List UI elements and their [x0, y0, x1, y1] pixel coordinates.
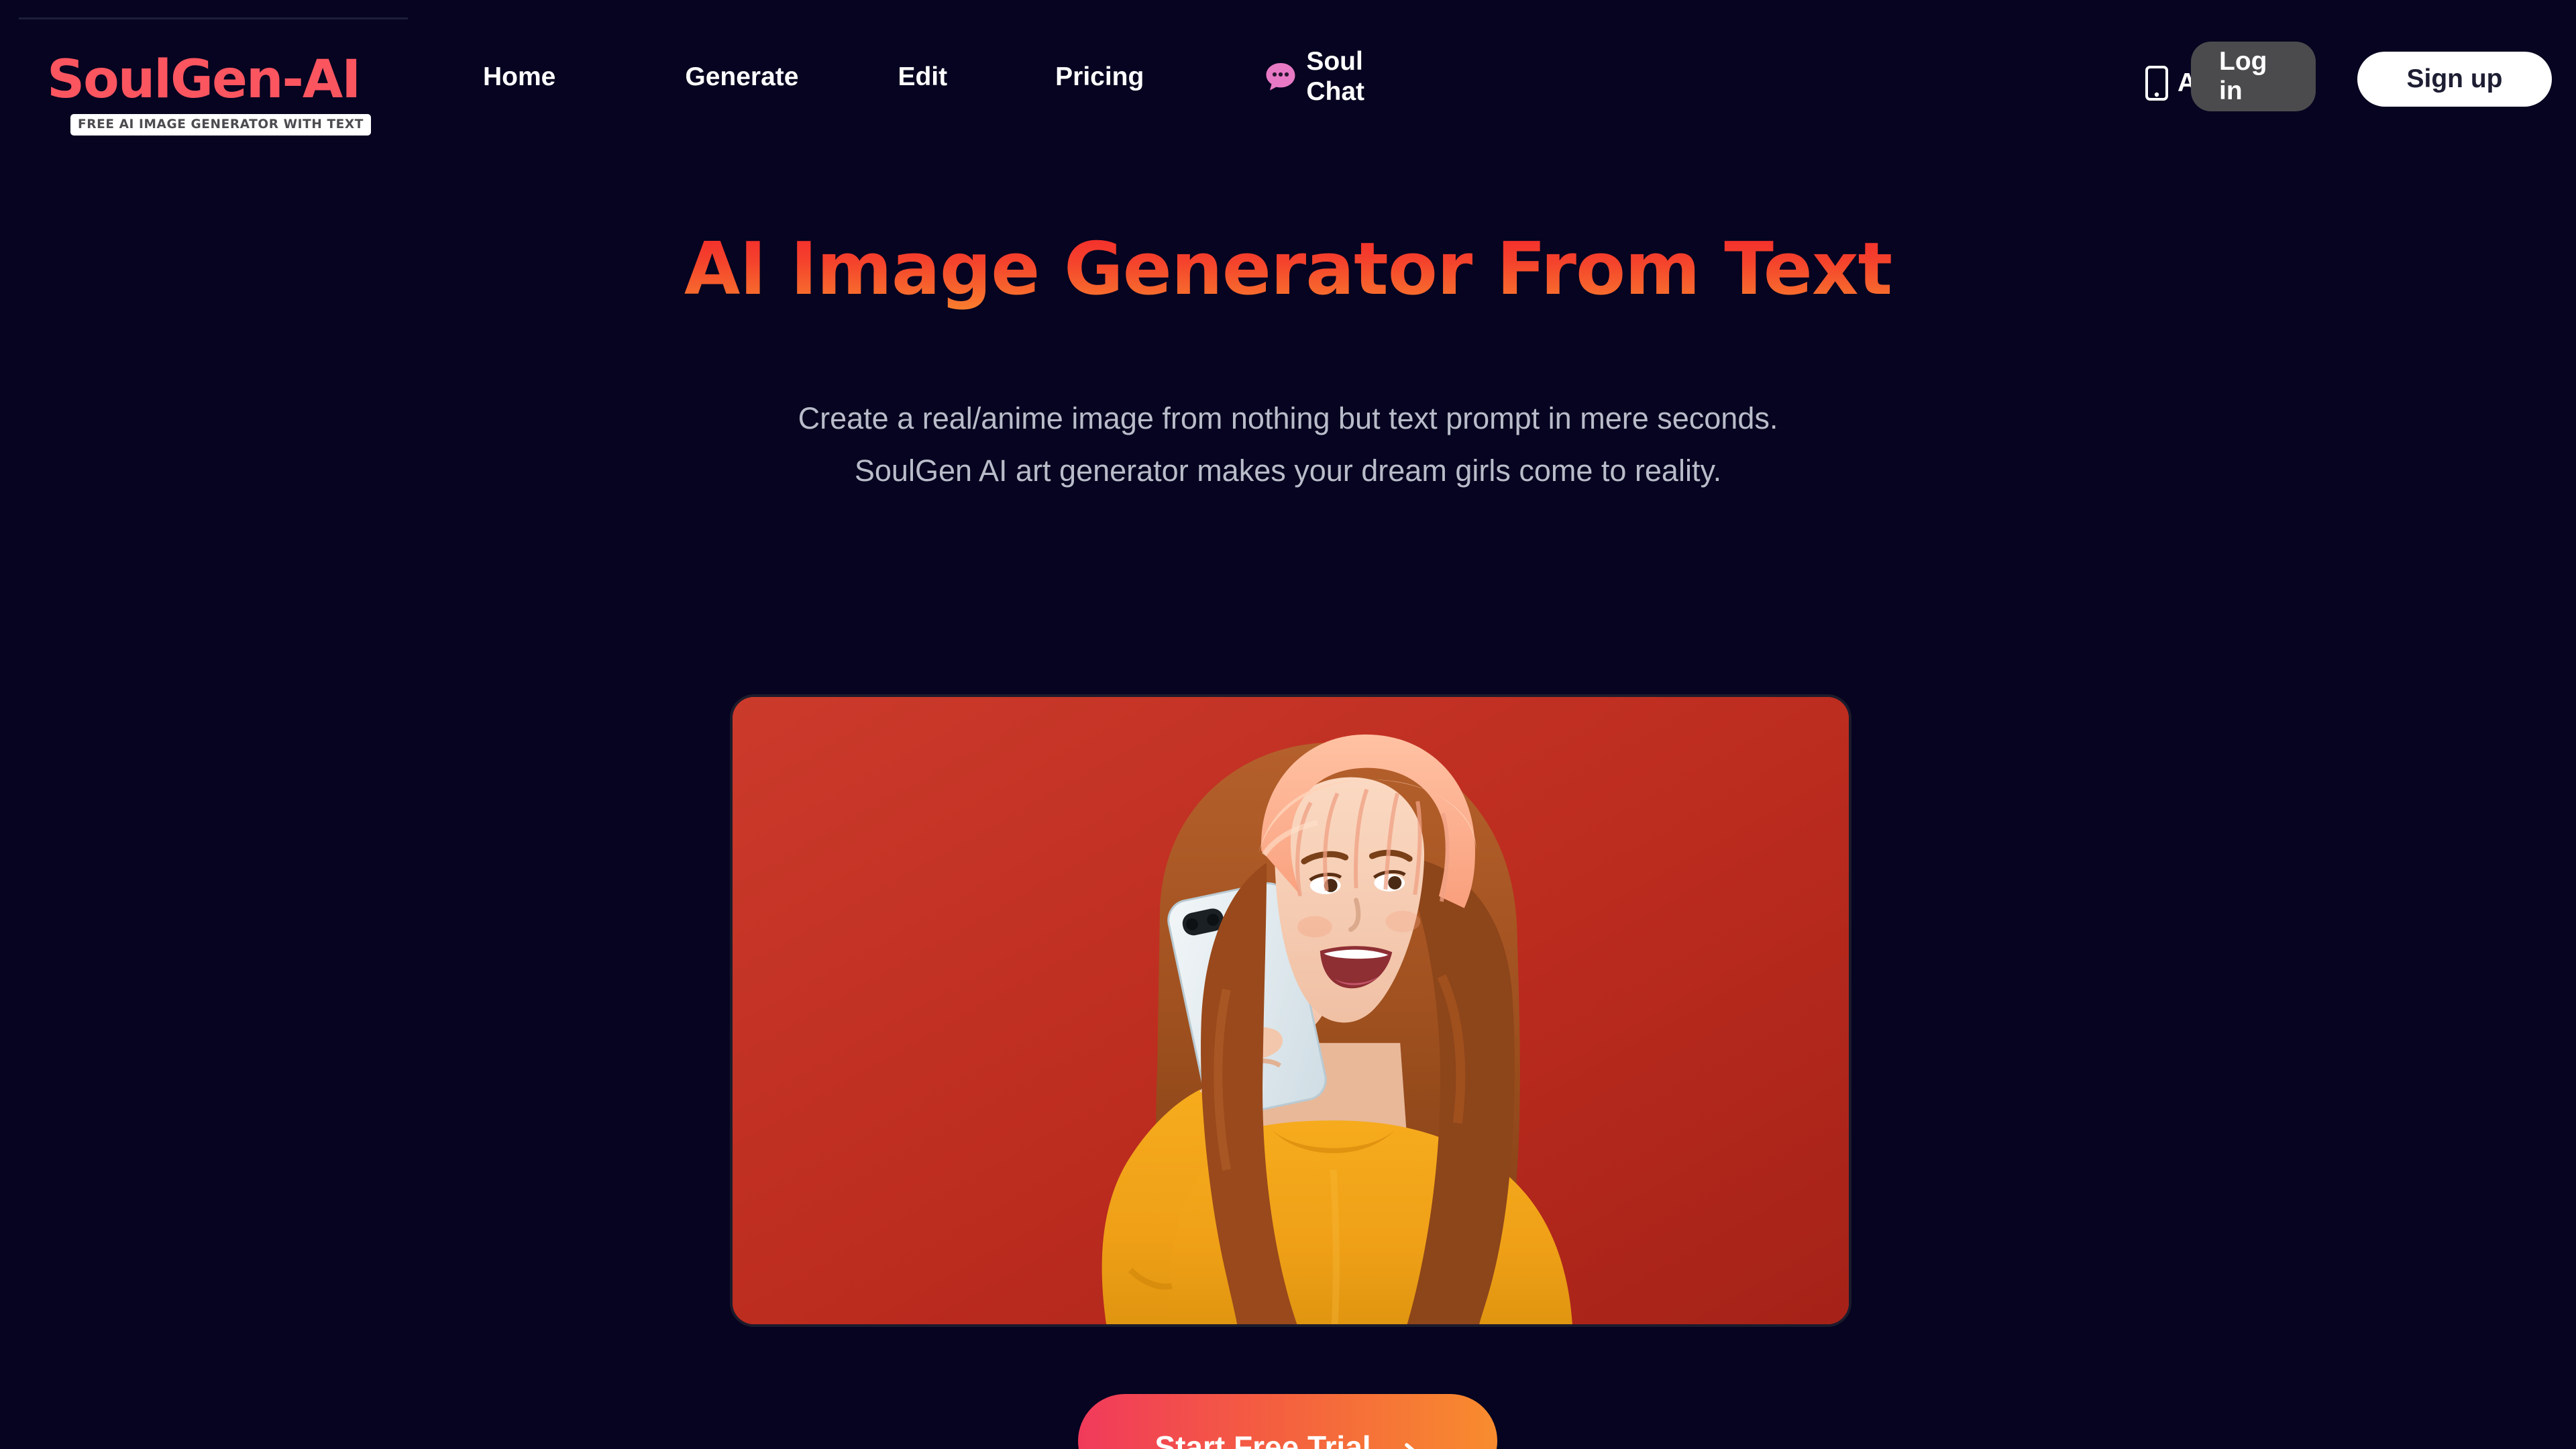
- nav-item-soul-chat[interactable]: Soul Chat: [1265, 47, 1387, 107]
- hero-photo: [733, 697, 1849, 1324]
- nav-item-edit[interactable]: Edit: [898, 62, 947, 92]
- start-free-trial-label: Start Free Trial: [1155, 1430, 1371, 1449]
- hero-image-card: [730, 694, 1851, 1327]
- nav-item-pricing[interactable]: Pricing: [1055, 62, 1144, 92]
- page-title: AI Image Generator From Text: [0, 227, 2576, 311]
- hero-subtitle-line-1: Create a real/anime image from nothing b…: [798, 401, 1778, 435]
- main-navigation: Home Generate Edit Pricing Soul Chat: [483, 0, 1387, 154]
- site-header: SoulGen-AI FREE AI IMAGE GENERATOR WITH …: [0, 0, 2576, 154]
- page-root: SoulGen-AI FREE AI IMAGE GENERATOR WITH …: [0, 0, 2576, 1449]
- logo-wordmark: SoulGen-AI: [47, 50, 361, 110]
- phone-icon: [2145, 66, 2168, 101]
- hero-subtitle: Create a real/anime image from nothing b…: [0, 392, 2576, 497]
- signup-button[interactable]: Sign up: [2357, 52, 2552, 107]
- start-free-trial-button[interactable]: Start Free Trial: [1078, 1394, 1497, 1449]
- hero-subtitle-line-2: SoulGen AI art generator makes your drea…: [854, 453, 1722, 488]
- nav-item-home[interactable]: Home: [483, 62, 555, 92]
- logo-tagline-badge: FREE AI IMAGE GENERATOR WITH TEXT: [70, 114, 371, 136]
- logo[interactable]: SoulGen-AI FREE AI IMAGE GENERATOR WITH …: [47, 54, 382, 141]
- login-button[interactable]: Log in: [2191, 42, 2316, 111]
- nav-item-generate[interactable]: Generate: [685, 62, 798, 92]
- arrow-right-icon: [1386, 1436, 1421, 1449]
- nav-item-soul-chat-label: Soul Chat: [1306, 47, 1364, 106]
- chat-bubble-icon: [1265, 61, 1297, 93]
